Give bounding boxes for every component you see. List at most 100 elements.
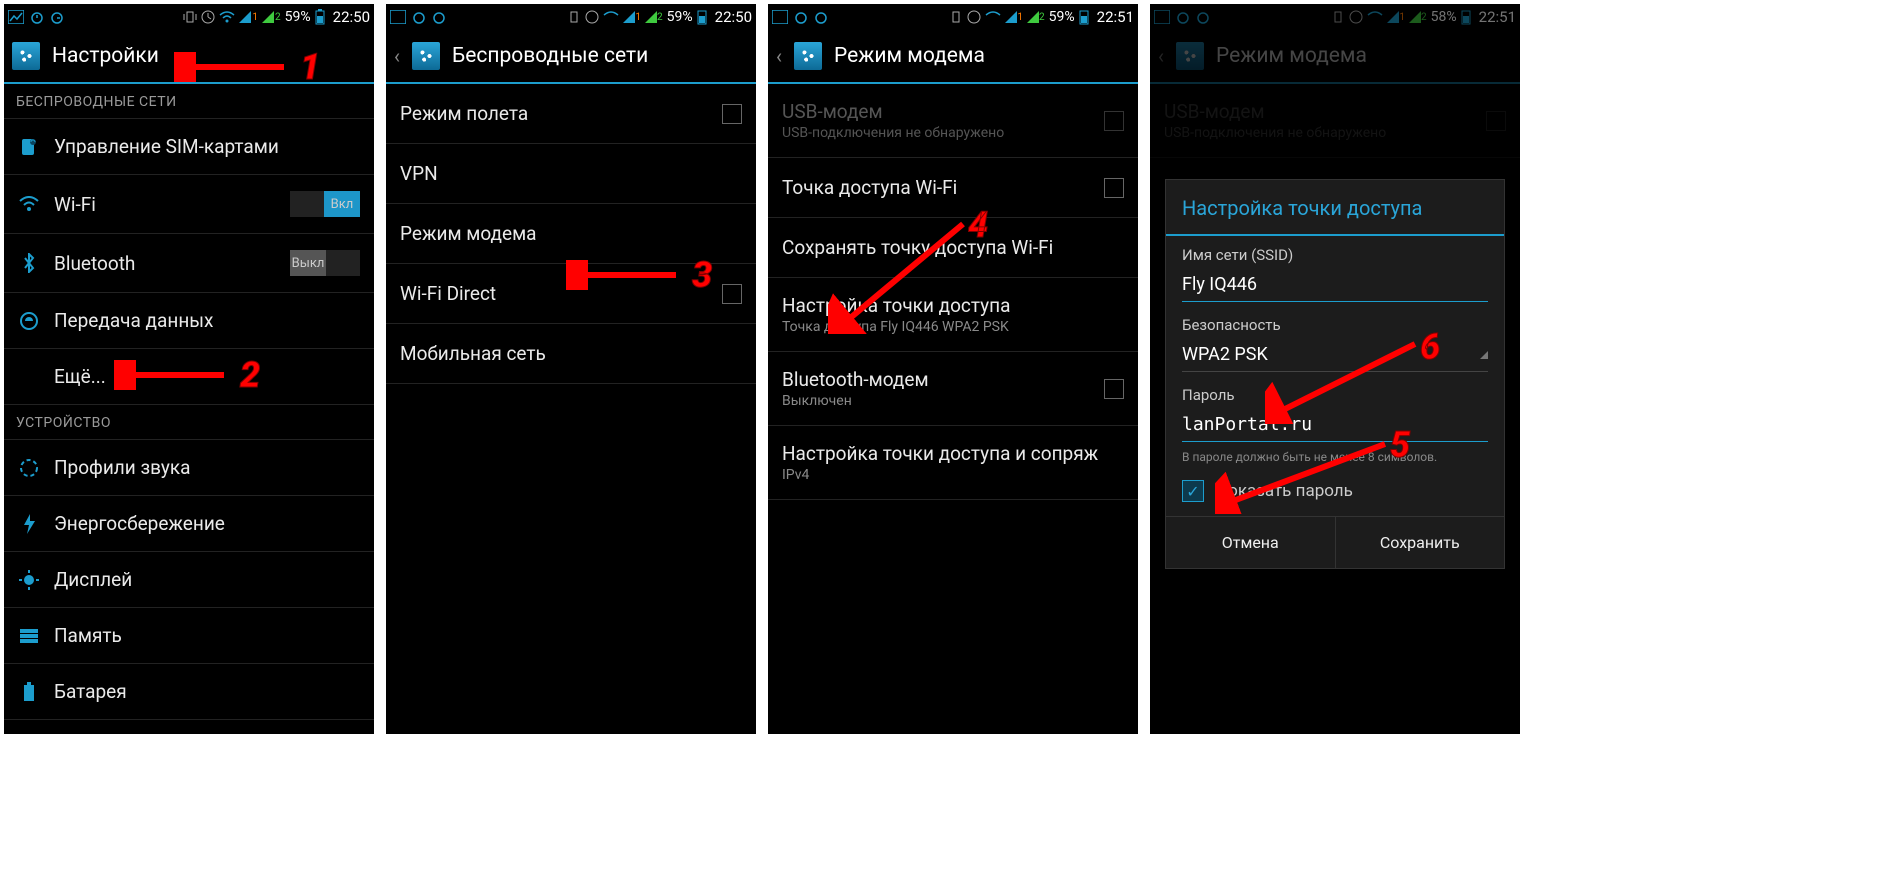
gallery-icon	[8, 10, 24, 24]
wifi-toggle[interactable]: Вкл	[290, 191, 360, 217]
battery-percent: 59%	[285, 9, 311, 25]
row-label: VPN	[400, 162, 438, 185]
bt-toggle[interactable]: Выкл	[290, 250, 360, 276]
airplane-row[interactable]: Режим полета	[386, 84, 756, 144]
row-label: Управление SIM-картами	[54, 135, 279, 158]
wifi-icon	[18, 196, 40, 212]
password-input[interactable]: lanPortal.ru	[1182, 410, 1488, 442]
audio-profiles-row[interactable]: Профили звука	[4, 440, 374, 496]
data-icon	[18, 311, 40, 331]
show-password-checkbox[interactable]: ✓	[1182, 480, 1204, 502]
row-label: Профили звука	[54, 456, 190, 479]
clock-icon	[585, 10, 599, 24]
section-device: УСТРОЙСТВО	[4, 405, 374, 440]
password-field[interactable]: Пароль lanPortal.ru	[1166, 376, 1504, 446]
battery-icon	[18, 682, 40, 702]
titlebar[interactable]: ‹ Режим модема	[768, 30, 1138, 84]
gallery-icon	[390, 10, 406, 24]
back-icon[interactable]: ‹	[394, 44, 400, 68]
dialog-title: Настройка точки доступа	[1166, 180, 1504, 236]
row-subtitle: Точка доступа Fly IQ446 WPA2 PSK	[782, 319, 1124, 335]
row-subtitle: USB-подключения не обнаружено	[782, 125, 1090, 141]
vpn-row[interactable]: VPN	[386, 144, 756, 204]
display-icon	[18, 570, 40, 590]
row-label: Мобильная сеть	[400, 342, 546, 365]
airplane-checkbox[interactable]	[722, 104, 742, 124]
wifi-hotspot-row[interactable]: Точка доступа Wi-Fi	[768, 158, 1138, 218]
spinner-icon	[1480, 351, 1488, 359]
alarm-icon	[412, 10, 426, 24]
show-password-row[interactable]: ✓ Показать пароль	[1166, 466, 1504, 516]
ssid-label: Имя сети (SSID)	[1182, 246, 1488, 264]
ssid-field[interactable]: Имя сети (SSID) Fly IQ446	[1166, 236, 1504, 306]
phone-screen-1: 1 2 59% 22:50 Настройки БЕСПРОВОДНЫЕ СЕТ…	[4, 4, 374, 734]
ipv4-row[interactable]: Настройка точки доступа и сопряж IPv4	[768, 426, 1138, 500]
wifi-row[interactable]: Wi-Fi Вкл	[4, 175, 374, 234]
wifi-icon	[985, 11, 1001, 23]
clock-time: 22:50	[715, 8, 752, 26]
alarm-icon	[794, 10, 808, 24]
row-label: Wi-Fi Direct	[400, 282, 496, 305]
section-wireless: БЕСПРОВОДНЫЕ СЕТИ	[4, 84, 374, 119]
battery-icon	[697, 9, 707, 25]
storage-row[interactable]: Память	[4, 608, 374, 664]
vibrate-icon	[949, 10, 963, 24]
save-button[interactable]: Сохранить	[1335, 517, 1505, 568]
signal-1-icon: 1	[239, 11, 258, 23]
wifi-direct-row[interactable]: Wi-Fi Direct	[386, 264, 756, 324]
clock-time: 22:51	[1097, 8, 1134, 26]
page-title: Настройки	[52, 44, 159, 68]
battery-percent: 59%	[667, 9, 693, 25]
sim-management-row[interactable]: Управление SIM-картами	[4, 119, 374, 175]
signal-1-icon: 1	[623, 11, 641, 23]
power-row[interactable]: Энергосбережение	[4, 496, 374, 552]
clock-time: 22:50	[333, 8, 370, 26]
security-spinner[interactable]: WPA2 PSK	[1182, 340, 1488, 372]
dialog-buttons: Отмена Сохранить	[1166, 516, 1504, 568]
hotspot-setup-dialog: Настройка точки доступа Имя сети (SSID) …	[1165, 179, 1505, 569]
titlebar[interactable]: ‹ Беспроводные сети	[386, 30, 756, 84]
row-label: Сохранять точку доступа Wi-Fi	[782, 236, 1053, 259]
display-row[interactable]: Дисплей	[4, 552, 374, 608]
status-bar: 1 2 59% 22:51	[768, 4, 1138, 30]
back-icon[interactable]: ‹	[776, 44, 782, 68]
alarm-icon-2	[814, 10, 828, 24]
cancel-button[interactable]: Отмена	[1166, 517, 1335, 568]
status-bar: 1 2 59% 22:50	[4, 4, 374, 30]
usb-modem-row: USB-модем USB-подключения не обнаружено	[768, 84, 1138, 158]
bluetooth-row[interactable]: Bluetooth Выкл	[4, 234, 374, 293]
row-label: Точка доступа Wi-Fi	[782, 176, 957, 199]
page-title: Режим модема	[834, 44, 985, 68]
clock-icon	[967, 10, 981, 24]
row-label: Настройка точки доступа и сопряж	[782, 442, 1124, 465]
row-label: Настройка точки доступа	[782, 294, 1124, 317]
signal-2-icon: 2	[262, 11, 281, 23]
phone-screen-2: 1 2 59% 22:50 ‹ Беспроводные сети Режим …	[386, 4, 756, 734]
keep-hotspot-row[interactable]: Сохранять точку доступа Wi-Fi	[768, 218, 1138, 278]
more-row[interactable]: Ещё...	[4, 349, 374, 405]
vibrate-icon	[567, 10, 581, 24]
titlebar: Настройки	[4, 30, 374, 84]
clock-icon	[201, 10, 215, 24]
tethering-row[interactable]: Режим модема	[386, 204, 756, 264]
dialog-overlay: Настройка точки доступа Имя сети (SSID) …	[1150, 4, 1520, 734]
signal-2-icon: 2	[645, 11, 663, 23]
security-field[interactable]: Безопасность WPA2 PSK	[1166, 306, 1504, 376]
mobile-network-row[interactable]: Мобильная сеть	[386, 324, 756, 384]
row-label: Bluetooth-модем	[782, 368, 1090, 391]
page-title: Беспроводные сети	[452, 44, 648, 68]
security-value: WPA2 PSK	[1182, 344, 1268, 365]
battery-row[interactable]: Батарея	[4, 664, 374, 720]
data-usage-row[interactable]: Передача данных	[4, 293, 374, 349]
row-label: Wi-Fi	[54, 193, 96, 216]
row-label: Режим модема	[400, 222, 537, 245]
bt-modem-checkbox[interactable]	[1104, 379, 1124, 399]
phone-screen-4: 1 2 58% 22:51 ‹ Режим модема USB-модем U…	[1150, 4, 1520, 734]
wifi-direct-checkbox[interactable]	[722, 284, 742, 304]
alarm-icon	[30, 10, 44, 24]
bt-modem-row[interactable]: Bluetooth-модем Выключен	[768, 352, 1138, 426]
hotspot-setup-row[interactable]: Настройка точки доступа Точка доступа Fl…	[768, 278, 1138, 352]
ssid-input[interactable]: Fly IQ446	[1182, 270, 1488, 302]
wifi-hotspot-checkbox[interactable]	[1104, 178, 1124, 198]
security-label: Безопасность	[1182, 316, 1488, 334]
